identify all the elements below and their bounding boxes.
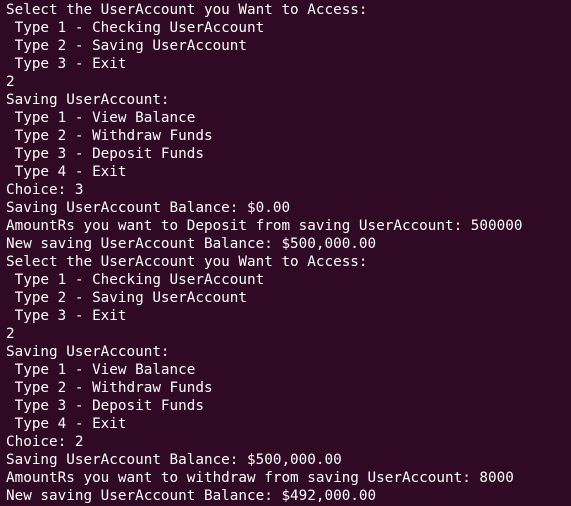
balance-line: Saving UserAccount Balance: $500,000.00 (6, 452, 342, 468)
menu-option-deposit: Type 3 - Deposit Funds (6, 398, 204, 414)
balance-line: Saving UserAccount Balance: $0.00 (6, 200, 291, 216)
menu-option-exit: Type 3 - Exit (6, 308, 127, 324)
menu-option-exit: Type 4 - Exit (6, 416, 127, 432)
menu-option-checking: Type 1 - Checking UserAccount (6, 20, 265, 36)
menu-option-withdraw: Type 2 - Withdraw Funds (6, 380, 213, 396)
menu-option-deposit: Type 3 - Deposit Funds (6, 146, 204, 162)
choice-line: Choice: 2 (6, 434, 84, 450)
menu-option-exit: Type 3 - Exit (6, 56, 127, 72)
withdraw-amount-line: AmountRs you want to withdraw from savin… (6, 470, 514, 486)
prompt-select-account: Select the UserAccount you Want to Acces… (6, 254, 368, 270)
menu-option-withdraw: Type 2 - Withdraw Funds (6, 128, 213, 144)
menu-option-saving: Type 2 - Saving UserAccount (6, 290, 248, 306)
user-input-line: 2 (6, 326, 15, 342)
deposit-amount-line: AmountRs you want to Deposit from saving… (6, 218, 523, 234)
menu-option-view-balance: Type 1 - View Balance (6, 362, 196, 378)
menu-option-checking: Type 1 - Checking UserAccount (6, 272, 265, 288)
new-balance-line: New saving UserAccount Balance: $500,000… (6, 236, 377, 252)
prompt-select-account: Select the UserAccount you Want to Acces… (6, 2, 368, 18)
menu-option-view-balance: Type 1 - View Balance (6, 110, 196, 126)
user-input-line: 2 (6, 74, 15, 90)
new-balance-line: New saving UserAccount Balance: $492,000… (6, 488, 377, 504)
menu-option-exit: Type 4 - Exit (6, 164, 127, 180)
menu-option-saving: Type 2 - Saving UserAccount (6, 38, 248, 54)
terminal-window[interactable]: Select the UserAccount you Want to Acces… (0, 0, 571, 506)
saving-account-header: Saving UserAccount: (6, 92, 170, 108)
saving-account-header: Saving UserAccount: (6, 344, 170, 360)
choice-line: Choice: 3 (6, 182, 84, 198)
